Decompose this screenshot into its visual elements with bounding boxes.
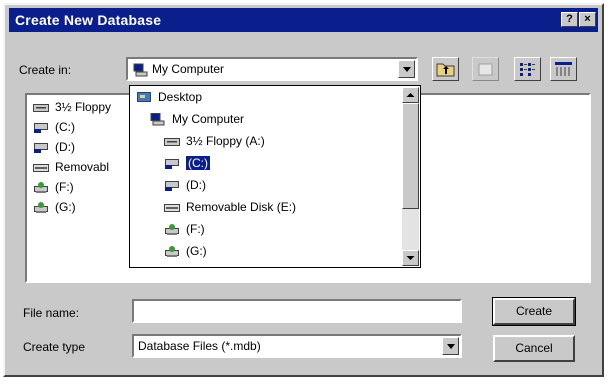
floppy-drive-icon [164, 135, 180, 148]
window-title: Create New Database [15, 12, 162, 28]
floppy-drive-icon [33, 101, 49, 114]
list-item-label: 3½ Floppy [55, 100, 112, 114]
shared-drive-icon [164, 223, 180, 236]
list-item-label: (D:) [55, 140, 75, 154]
list-item-label: (F:) [55, 180, 74, 194]
dropdown-item-label: 3½ Floppy (A:) [186, 134, 265, 148]
close-button[interactable]: × [579, 12, 596, 27]
create-type-label: Create type [23, 340, 86, 354]
dropdown-scrollbar[interactable] [402, 87, 419, 266]
create-in-label: Create in: [19, 63, 72, 77]
create-button[interactable]: Create [492, 297, 576, 326]
create-new-folder-button[interactable] [472, 57, 499, 81]
desktop-icon [136, 91, 152, 104]
dropdown-item-label: My Computer [172, 112, 245, 126]
removable-disk-icon [33, 161, 49, 174]
details-view-button[interactable] [550, 57, 577, 81]
computer-icon [150, 113, 166, 126]
chevron-down-icon [447, 344, 455, 349]
details-view-icon [555, 62, 572, 76]
arrow-down-icon [406, 256, 415, 260]
removable-disk-icon [164, 201, 180, 214]
create-in-dropdown-list[interactable]: Desktop My Computer 3½ Floppy (A:) (C:) (D:)… [129, 85, 421, 268]
list-view-button[interactable] [514, 57, 541, 81]
create-in-combo[interactable]: My Computer [126, 57, 418, 81]
list-item-label: (C:) [55, 120, 75, 134]
file-name-label: File name: [23, 306, 80, 320]
network-drive-icon [33, 141, 49, 154]
folder-up-icon [436, 63, 455, 77]
up-one-level-button[interactable] [432, 57, 459, 81]
cancel-button[interactable]: Cancel [493, 335, 575, 362]
file-name-field[interactable] [132, 299, 462, 323]
network-drive-icon [33, 121, 49, 134]
dropdown-item-label: (D:) [186, 178, 206, 192]
shared-drive-icon [164, 245, 180, 258]
list-view-icon [520, 63, 535, 76]
network-drive-icon [164, 179, 180, 192]
scroll-down-button[interactable] [402, 250, 419, 266]
chevron-down-icon [403, 67, 411, 72]
network-drive-icon [164, 157, 180, 170]
shared-drive-icon [33, 201, 49, 214]
create-in-dropdown-button[interactable] [398, 60, 415, 78]
dropdown-item-label: (C:) [185, 155, 211, 171]
help-button[interactable]: ? [561, 12, 578, 27]
arrow-up-icon [406, 93, 415, 97]
scroll-up-button[interactable] [402, 87, 419, 103]
scroll-thumb[interactable] [402, 103, 419, 209]
dropdown-item-label: (G:) [186, 244, 207, 258]
list-item-label: (G:) [55, 200, 76, 214]
list-item-label: Removabl [55, 160, 110, 174]
dropdown-item-label: (F:) [186, 222, 205, 236]
new-folder-icon [478, 63, 493, 76]
dropdown-item-label: Desktop [158, 90, 203, 104]
create-type-combo[interactable]: Database Files (*.mdb) [132, 334, 462, 358]
shared-drive-icon [33, 181, 49, 194]
title-bar[interactable]: Create New Database ? × [9, 8, 598, 32]
create-in-value: My Computer [152, 62, 225, 76]
computer-icon [133, 63, 149, 77]
dropdown-item-label: Removable Disk (E:) [186, 200, 297, 214]
create-new-database-dialog: Create New Database ? × Create in: My Co… [3, 3, 604, 377]
create-type-dropdown-button[interactable] [442, 337, 459, 355]
create-type-value: Database Files (*.mdb) [138, 339, 261, 353]
